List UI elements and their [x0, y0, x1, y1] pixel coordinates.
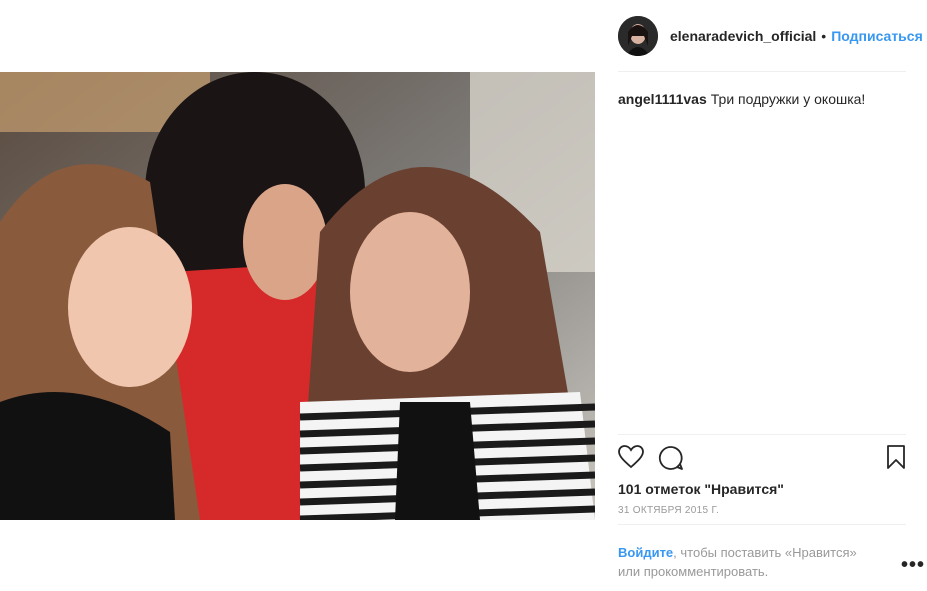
follow-button[interactable]: Подписаться — [831, 28, 923, 44]
comment-icon[interactable] — [658, 445, 684, 476]
bookmark-icon[interactable] — [886, 445, 906, 474]
header-separator: • — [821, 27, 827, 44]
caption-text: Три подружки у окошка! — [710, 91, 866, 107]
more-options-icon[interactable]: ••• — [901, 555, 925, 575]
post-photo[interactable] — [0, 72, 595, 520]
action-bar — [618, 434, 906, 479]
login-prompt: Войдите, чтобы поставить «Нравится» или … — [618, 543, 878, 581]
heart-icon[interactable] — [618, 445, 644, 474]
post-side-panel: elenaradevich_official • Подписаться ang… — [618, 0, 923, 581]
post-date: 31 ОКТЯБРЯ 2015 Г. — [618, 505, 906, 525]
post-photo-image — [0, 72, 595, 520]
caption-username[interactable]: angel1111vas — [618, 91, 707, 107]
post-header: elenaradevich_official • Подписаться — [618, 0, 923, 72]
login-link[interactable]: Войдите — [618, 545, 673, 560]
author-avatar[interactable] — [618, 15, 658, 56]
author-username[interactable]: elenaradevich_official — [670, 28, 816, 44]
avatar-image — [618, 15, 658, 56]
likes-count[interactable]: 101 отметок "Нравится" — [618, 481, 906, 497]
post-caption: angel1111vas Три подружки у окошка! — [618, 90, 906, 434]
